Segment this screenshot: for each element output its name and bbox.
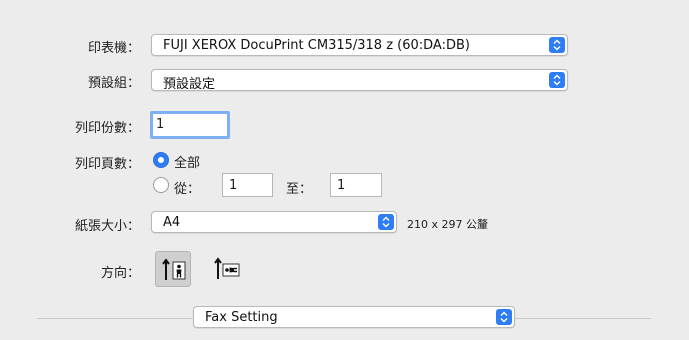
section-popup[interactable]: Fax Setting — [193, 306, 515, 328]
up-down-chevron-icon — [378, 214, 394, 230]
separator-left — [37, 318, 192, 319]
pages-all-label: 全部 — [174, 156, 201, 171]
portrait-orientation-icon — [162, 258, 186, 280]
printer-popup-value: FUJI XEROX DocuPrint CM315/318 z (60:DA:… — [163, 38, 470, 53]
pages-to-field[interactable]: 1 — [330, 173, 382, 197]
presets-label: 預設組： — [87, 76, 140, 91]
paper-size-label: 紙張大小： — [74, 219, 140, 234]
copies-label: 列印份數： — [74, 121, 140, 136]
up-down-chevron-icon — [549, 37, 565, 53]
presets-popup-value: 預設設定 — [163, 77, 216, 92]
copies-field[interactable]: 1 — [150, 111, 230, 139]
portrait-orientation-button[interactable] — [155, 251, 191, 287]
pages-from-label: 從： — [174, 182, 201, 197]
copies-field-value: 1 — [156, 117, 165, 132]
landscape-orientation-button[interactable] — [206, 251, 242, 287]
presets-popup[interactable]: 預設設定 — [151, 69, 568, 92]
up-down-chevron-icon — [549, 72, 565, 88]
paper-size-popup-value: A4 — [163, 215, 181, 230]
pages-range-radio[interactable] — [153, 177, 169, 193]
pages-to-value: 1 — [337, 178, 346, 193]
pages-to-label: 至： — [286, 182, 313, 197]
orientation-label: 方向： — [100, 266, 140, 281]
pages-from-value: 1 — [229, 178, 238, 193]
pages-all-radio[interactable] — [153, 152, 169, 168]
separator-right — [515, 318, 651, 319]
paper-dimensions: 210 x 297 公釐 — [407, 218, 488, 231]
landscape-orientation-icon — [214, 257, 240, 279]
printer-label: 印表機： — [87, 41, 140, 56]
printer-popup[interactable]: FUJI XEROX DocuPrint CM315/318 z (60:DA:… — [151, 34, 568, 56]
pages-label: 列印頁數： — [74, 157, 140, 172]
paper-size-popup[interactable]: A4 — [151, 211, 397, 233]
section-popup-value: Fax Setting — [205, 310, 278, 325]
up-down-chevron-icon — [496, 309, 512, 325]
pages-from-field[interactable]: 1 — [222, 173, 273, 197]
